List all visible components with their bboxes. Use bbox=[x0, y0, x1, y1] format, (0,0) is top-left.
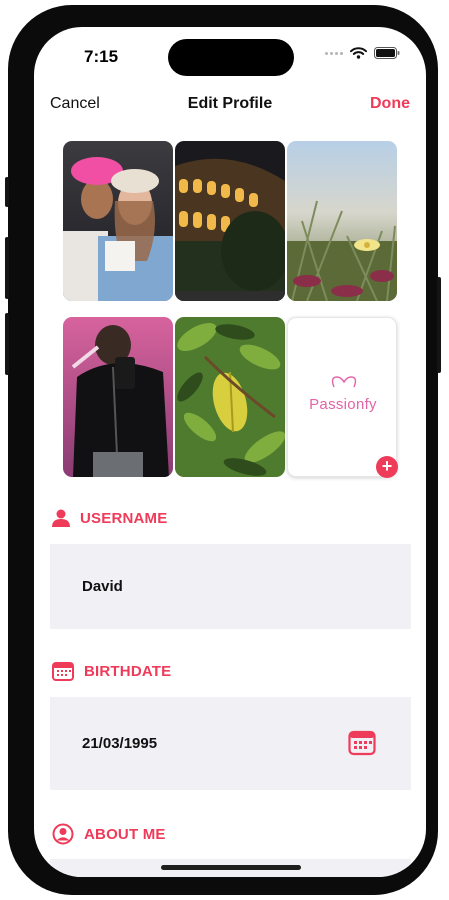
couple-photo[interactable] bbox=[63, 141, 173, 301]
page-title: Edit Profile bbox=[187, 95, 273, 112]
about-label: ABOUT ME bbox=[84, 825, 166, 843]
nav-bar: Cancel Edit Profile Done bbox=[34, 93, 426, 119]
dynamic-island bbox=[168, 39, 294, 76]
username-label: USERNAME bbox=[80, 509, 168, 527]
home-indicator bbox=[161, 865, 301, 870]
phone-frame: 7:15 Cancel Edit Profile Done Passionfy … bbox=[5, 5, 441, 895]
birthdate-label: BIRTHDATE bbox=[84, 662, 172, 680]
signal-icon bbox=[325, 51, 343, 55]
power-button bbox=[437, 277, 441, 373]
add-photo-tile[interactable]: Passionfy + bbox=[287, 317, 398, 478]
status-time: 7:15 bbox=[84, 47, 119, 66]
birthdate-section-label: BIRTHDATE bbox=[52, 661, 171, 681]
username-section-label: USERNAME bbox=[52, 509, 167, 527]
calendar-picker-icon[interactable] bbox=[348, 730, 376, 756]
username-field[interactable]: David bbox=[50, 544, 411, 629]
logo-text: Passionfy bbox=[309, 396, 377, 413]
done-button[interactable]: Done bbox=[370, 95, 410, 113]
birthdate-value: 21/03/1995 bbox=[82, 735, 158, 752]
birthdate-field[interactable]: 21/03/1995 bbox=[50, 697, 411, 790]
username-value: David bbox=[82, 578, 123, 595]
about-section-label: ABOUT ME bbox=[52, 823, 166, 845]
status-icons bbox=[325, 47, 400, 59]
leaves-photo[interactable] bbox=[175, 317, 285, 477]
person-icon bbox=[52, 509, 70, 527]
calendar-icon bbox=[52, 662, 74, 681]
battery-icon bbox=[374, 47, 400, 59]
volume-up-button bbox=[5, 237, 9, 299]
mute-switch bbox=[5, 177, 9, 207]
colosseum-photo[interactable] bbox=[175, 141, 285, 301]
flower-photo[interactable] bbox=[287, 141, 397, 301]
volume-down-button bbox=[5, 313, 9, 375]
person-circle-icon bbox=[52, 823, 74, 845]
wifi-icon bbox=[350, 47, 367, 59]
jacket-photo[interactable] bbox=[63, 317, 173, 477]
screen: 7:15 Cancel Edit Profile Done Passionfy … bbox=[34, 27, 426, 877]
logo-heart-icon bbox=[331, 376, 357, 388]
plus-icon[interactable]: + bbox=[376, 456, 398, 478]
